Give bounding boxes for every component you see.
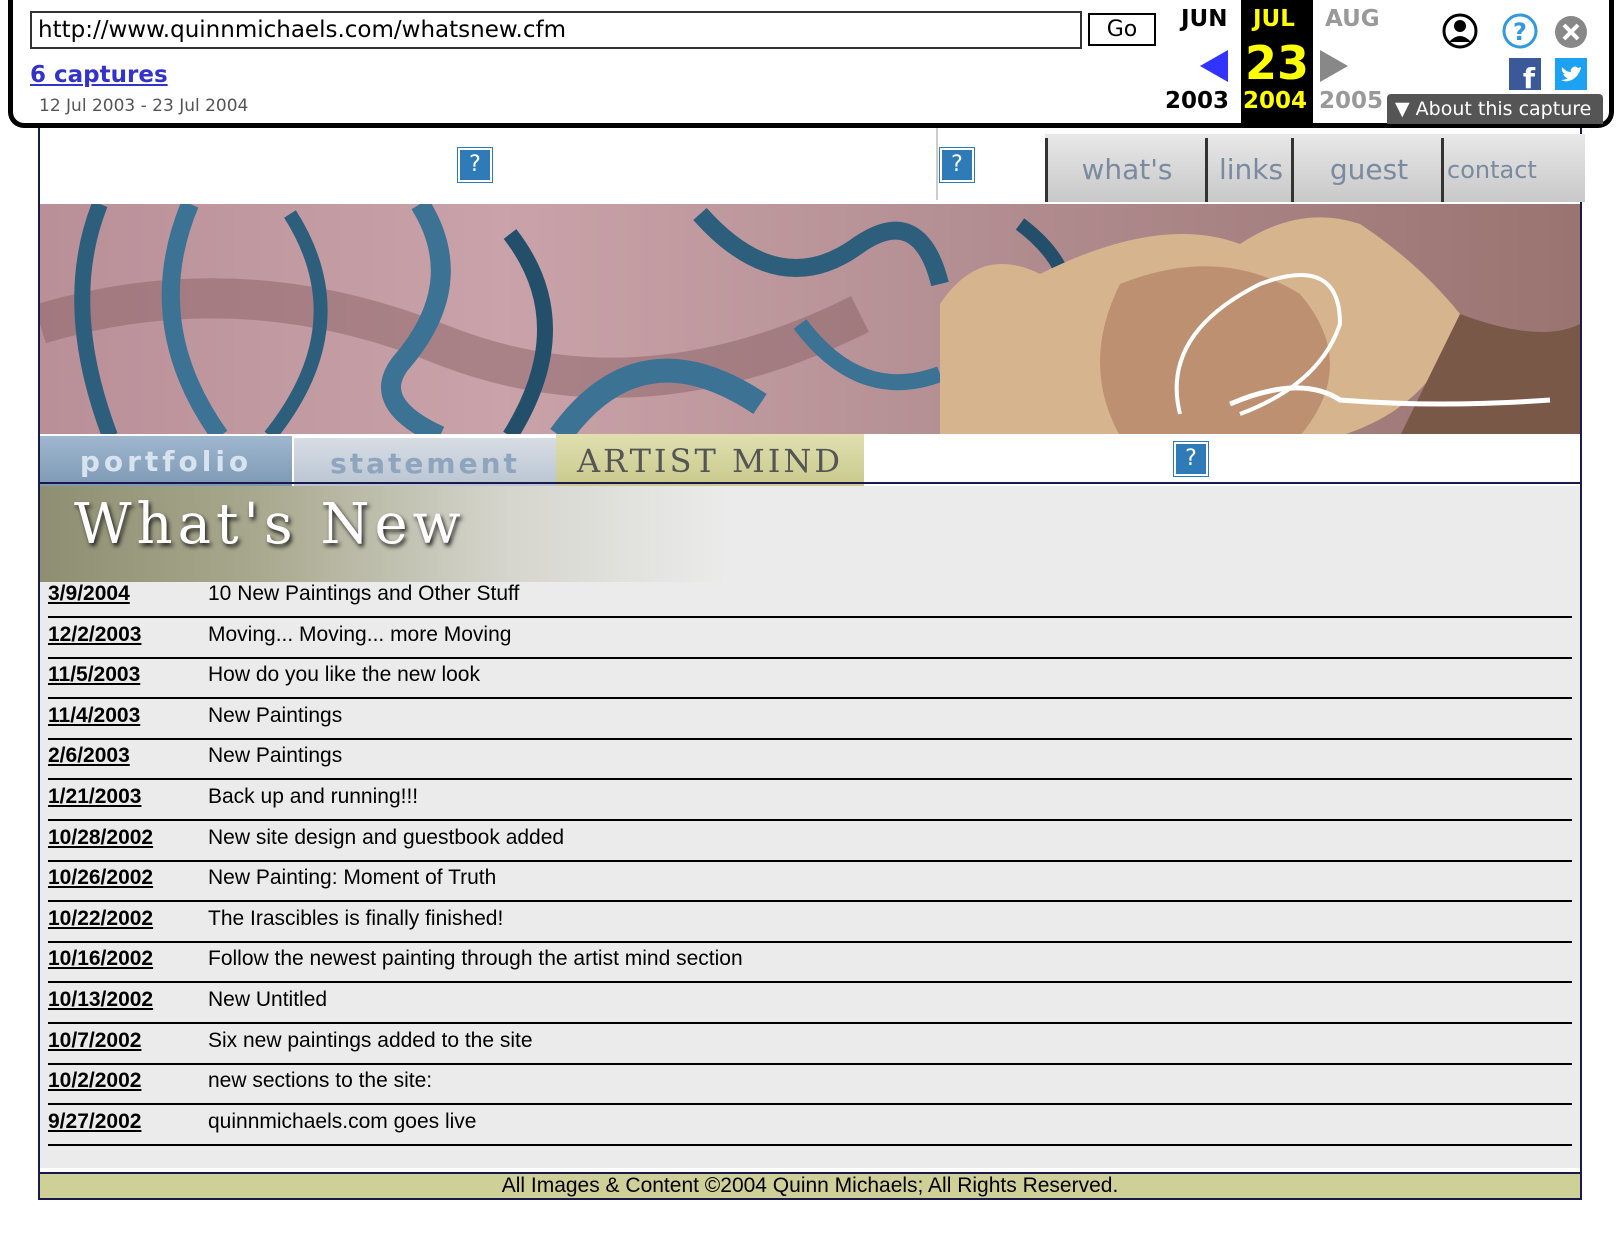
divider	[40, 482, 1580, 484]
news-date-link[interactable]: 10/22/2002	[48, 907, 153, 931]
section-tabs: portfolio statement ARTIST MIND ?	[40, 434, 1580, 488]
news-row: 10/16/2002 Follow the newest painting thr…	[48, 941, 1572, 983]
news-row: 12/2/2003 Moving... Moving... more Moving	[48, 617, 1572, 659]
news-date-link[interactable]: 2/6/2003	[48, 744, 130, 768]
go-button[interactable]: Go	[1088, 13, 1156, 46]
nav-whats-new[interactable]: what's new	[1051, 144, 1203, 238]
news-date-link[interactable]: 12/2/2003	[48, 623, 141, 647]
next-month: AUG	[1325, 6, 1380, 32]
capture-date-range: 12 Jul 2003 - 23 Jul 2004	[39, 96, 249, 116]
top-bar: ? ? what's new links guest book contact	[40, 128, 1585, 238]
divider	[936, 128, 938, 200]
current-day: 23	[1244, 36, 1309, 90]
broken-image-icon: ?	[1173, 441, 1209, 477]
news-date-link[interactable]: 1/21/2003	[48, 785, 141, 809]
site-frame: ? ? what's new links guest book contact	[38, 128, 1585, 1200]
svg-text:?: ?	[1513, 18, 1527, 46]
news-title: New Paintings	[208, 744, 343, 767]
current-month: JUL	[1253, 6, 1295, 32]
broken-image-icon: ?	[939, 147, 975, 183]
nav-contact[interactable]: contact	[1447, 144, 1537, 196]
page-header: What's New	[40, 486, 900, 582]
prev-month-link[interactable]: JUN	[1181, 6, 1227, 32]
news-row: 10/13/2002 New Untitled	[48, 982, 1572, 1024]
news-title: Follow the newest painting through the a…	[208, 947, 743, 970]
news-title: new sections to the site:	[208, 1069, 433, 1092]
nav-divider	[1045, 138, 1048, 202]
news-date-link[interactable]: 9/27/2002	[48, 1110, 141, 1134]
svg-text:f: f	[1523, 62, 1536, 90]
current-year: 2004	[1243, 88, 1308, 114]
next-year: 2005	[1319, 88, 1384, 114]
news-row: 2/6/2003 New Paintings	[48, 738, 1572, 780]
nav-divider	[1441, 138, 1444, 202]
news-row: 9/27/2002 quinnmichaels.com goes live	[48, 1104, 1572, 1146]
news-date-link[interactable]: 10/7/2002	[48, 1029, 141, 1053]
help-icon[interactable]: ?	[1501, 12, 1539, 50]
news-row: 11/5/2003 How do you like the new look	[48, 657, 1572, 699]
news-row: 10/28/2002 New site design and guestbook …	[48, 820, 1572, 862]
painting-banner	[40, 204, 1580, 436]
news-date-link[interactable]: 11/4/2003	[48, 704, 140, 728]
prev-year[interactable]: 2003	[1165, 88, 1229, 114]
news-title: 10 New Paintings and Other Stuff	[208, 582, 520, 605]
news-row: 1/21/2003 Back up and running!!!	[48, 779, 1572, 821]
footer-copyright: All Images & Content ©2004 Quinn Michael…	[40, 1172, 1580, 1198]
news-title: New site design and guestbook added	[208, 826, 565, 849]
news-date-link[interactable]: 11/5/2003	[48, 663, 140, 687]
nav-guest-book[interactable]: guest book	[1297, 144, 1441, 238]
news-date-link[interactable]: 10/26/2002	[48, 866, 153, 890]
url-input[interactable]: http://www.quinnmichaels.com/whatsnew.cf…	[30, 11, 1082, 49]
account-icon[interactable]	[1441, 12, 1479, 50]
news-title: Six new paintings added to the site	[208, 1029, 533, 1052]
news-title: New Paintings	[208, 704, 343, 727]
broken-image-icon: ?	[457, 147, 493, 183]
news-row: 3/9/2004 10 New Paintings and Other Stuff	[48, 576, 1572, 618]
news-row: 11/4/2003 New Paintings	[48, 698, 1572, 740]
news-date-link[interactable]: 3/9/2004	[48, 582, 130, 606]
close-icon[interactable]	[1553, 14, 1589, 50]
dropdown-triangle-icon: ▼	[1395, 98, 1410, 120]
tab-statement[interactable]: statement	[294, 438, 556, 488]
twitter-icon[interactable]	[1555, 58, 1587, 90]
news-date-link[interactable]: 10/2/2002	[48, 1069, 141, 1093]
news-date-link[interactable]: 10/28/2002	[48, 826, 153, 850]
page-title: What's New	[74, 492, 466, 557]
news-title: New Painting: Moment of Truth	[208, 866, 497, 889]
wayback-toolbar: http://www.quinnmichaels.com/whatsnew.cf…	[8, 0, 1614, 128]
news-title: New Untitled	[208, 988, 328, 1011]
news-date-link[interactable]: 10/13/2002	[48, 988, 153, 1012]
news-title: How do you like the new look	[208, 663, 480, 686]
about-capture-button[interactable]: ▼ About this capture	[1387, 94, 1603, 124]
news-row: 10/26/2002 New Painting: Moment of Truth	[48, 860, 1572, 902]
nav-divider	[1291, 138, 1294, 202]
prev-capture-arrow-icon[interactable]	[1200, 50, 1228, 82]
news-row: 10/2/2002 new sections to the site:	[48, 1063, 1572, 1105]
news-title: Back up and running!!!	[208, 785, 419, 808]
news-title: Moving... Moving... more Moving	[208, 623, 512, 646]
news-title: The Irascibles is finally finished!	[208, 907, 504, 930]
news-row: 10/22/2002 The Irascibles is finally fini…	[48, 901, 1572, 943]
next-capture-arrow-icon	[1320, 50, 1348, 82]
captures-link[interactable]: 6 captures	[30, 62, 168, 88]
about-capture-label: About this capture	[1415, 98, 1592, 120]
nav-divider	[1205, 138, 1208, 202]
news-date-link[interactable]: 10/16/2002	[48, 947, 153, 971]
facebook-icon[interactable]: f	[1509, 58, 1541, 90]
news-row: 10/7/2002 Six new paintings added to the …	[48, 1023, 1572, 1065]
tab-artist-mind[interactable]: ARTIST MIND	[556, 434, 864, 488]
news-title: quinnmichaels.com goes live	[208, 1110, 477, 1133]
top-navigation: what's new links guest book contact	[1045, 134, 1585, 238]
whats-new-content: What's New 3/9/2004 10 New Paintings and …	[40, 486, 1580, 1168]
nav-links[interactable]: links	[1211, 144, 1291, 196]
tab-portfolio[interactable]: portfolio	[40, 436, 292, 488]
